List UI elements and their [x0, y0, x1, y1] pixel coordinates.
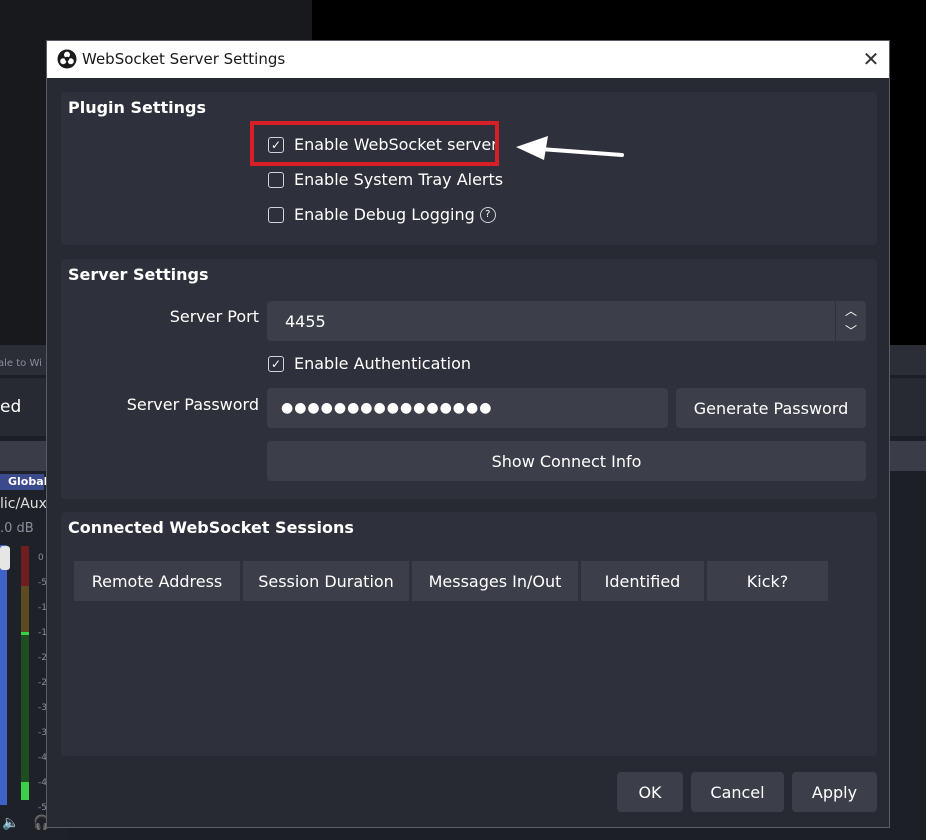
enable-authentication-label: Enable Authentication: [294, 354, 472, 373]
apply-button[interactable]: Apply: [792, 772, 877, 812]
server-port-label: Server Port: [169, 307, 259, 326]
show-connect-info-button[interactable]: Show Connect Info: [267, 441, 866, 481]
server-settings-title: Server Settings: [68, 265, 209, 284]
highlight-box: [250, 121, 499, 166]
enable-tray-alerts-label: Enable System Tray Alerts: [294, 170, 504, 189]
volume-fader-handle[interactable]: [0, 546, 10, 570]
mixer-db-value: .0 dB: [0, 521, 34, 536]
port-spinner: ︿ ﹀: [835, 301, 866, 341]
speaker-icon[interactable]: 🔈: [2, 815, 19, 831]
dialog-titlebar: WebSocket Server Settings ✕: [47, 41, 889, 78]
chevron-up-icon[interactable]: ︿: [836, 301, 866, 321]
arrow-left-annotation: [516, 136, 624, 160]
ok-button[interactable]: OK: [617, 772, 683, 812]
plugin-settings-title: Plugin Settings: [68, 98, 207, 117]
meter-green-zone: [21, 632, 29, 782]
global-badge: Global: [0, 474, 47, 490]
checkbox-checked-icon: ✓: [268, 355, 284, 372]
column-session-duration[interactable]: Session Duration: [243, 561, 409, 601]
background-scale-label: ale to Wi: [0, 358, 42, 369]
sessions-group: Connected WebSocket Sessions: [61, 512, 877, 756]
cancel-button[interactable]: Cancel: [691, 772, 784, 812]
enable-authentication-checkbox[interactable]: ✓ Enable Authentication: [268, 354, 471, 373]
meter-red-zone: [21, 546, 29, 586]
column-remote-address[interactable]: Remote Address: [74, 561, 240, 601]
meter-peak-marker: [21, 632, 29, 635]
checkbox-unchecked-icon: [268, 206, 284, 223]
server-password-input[interactable]: ●●●●●●●●●●●●●●●●: [267, 388, 668, 428]
close-icon[interactable]: ✕: [859, 45, 883, 73]
sessions-title: Connected WebSocket Sessions: [68, 518, 354, 537]
generate-password-button[interactable]: Generate Password: [676, 388, 866, 428]
meter-yellow-zone: [21, 586, 29, 632]
column-identified[interactable]: Identified: [581, 561, 704, 601]
meter-level: [21, 782, 29, 800]
server-password-label: Server Password: [126, 395, 259, 414]
column-messages[interactable]: Messages In/Out: [412, 561, 578, 601]
server-port-input[interactable]: 4455 ︿ ﹀: [267, 301, 866, 341]
background-ed-label: ed: [0, 397, 22, 417]
enable-tray-alerts-checkbox[interactable]: Enable System Tray Alerts: [268, 170, 503, 189]
dialog-title: WebSocket Server Settings: [82, 50, 286, 68]
chevron-down-icon[interactable]: ﹀: [836, 321, 866, 341]
enable-debug-logging-checkbox[interactable]: Enable Debug Logging ?: [268, 205, 496, 224]
server-password-value: ●●●●●●●●●●●●●●●●: [281, 400, 493, 416]
question-circle-icon[interactable]: ?: [479, 206, 496, 223]
mixer-source-name: lic/Aux: [0, 496, 47, 512]
enable-debug-logging-label: Enable Debug Logging: [294, 205, 475, 224]
checkbox-unchecked-icon: [268, 171, 284, 188]
server-port-value: 4455: [285, 311, 326, 331]
column-kick[interactable]: Kick?: [707, 561, 828, 601]
volume-fader-track[interactable]: [0, 545, 7, 805]
obs-logo-icon: [57, 49, 77, 69]
